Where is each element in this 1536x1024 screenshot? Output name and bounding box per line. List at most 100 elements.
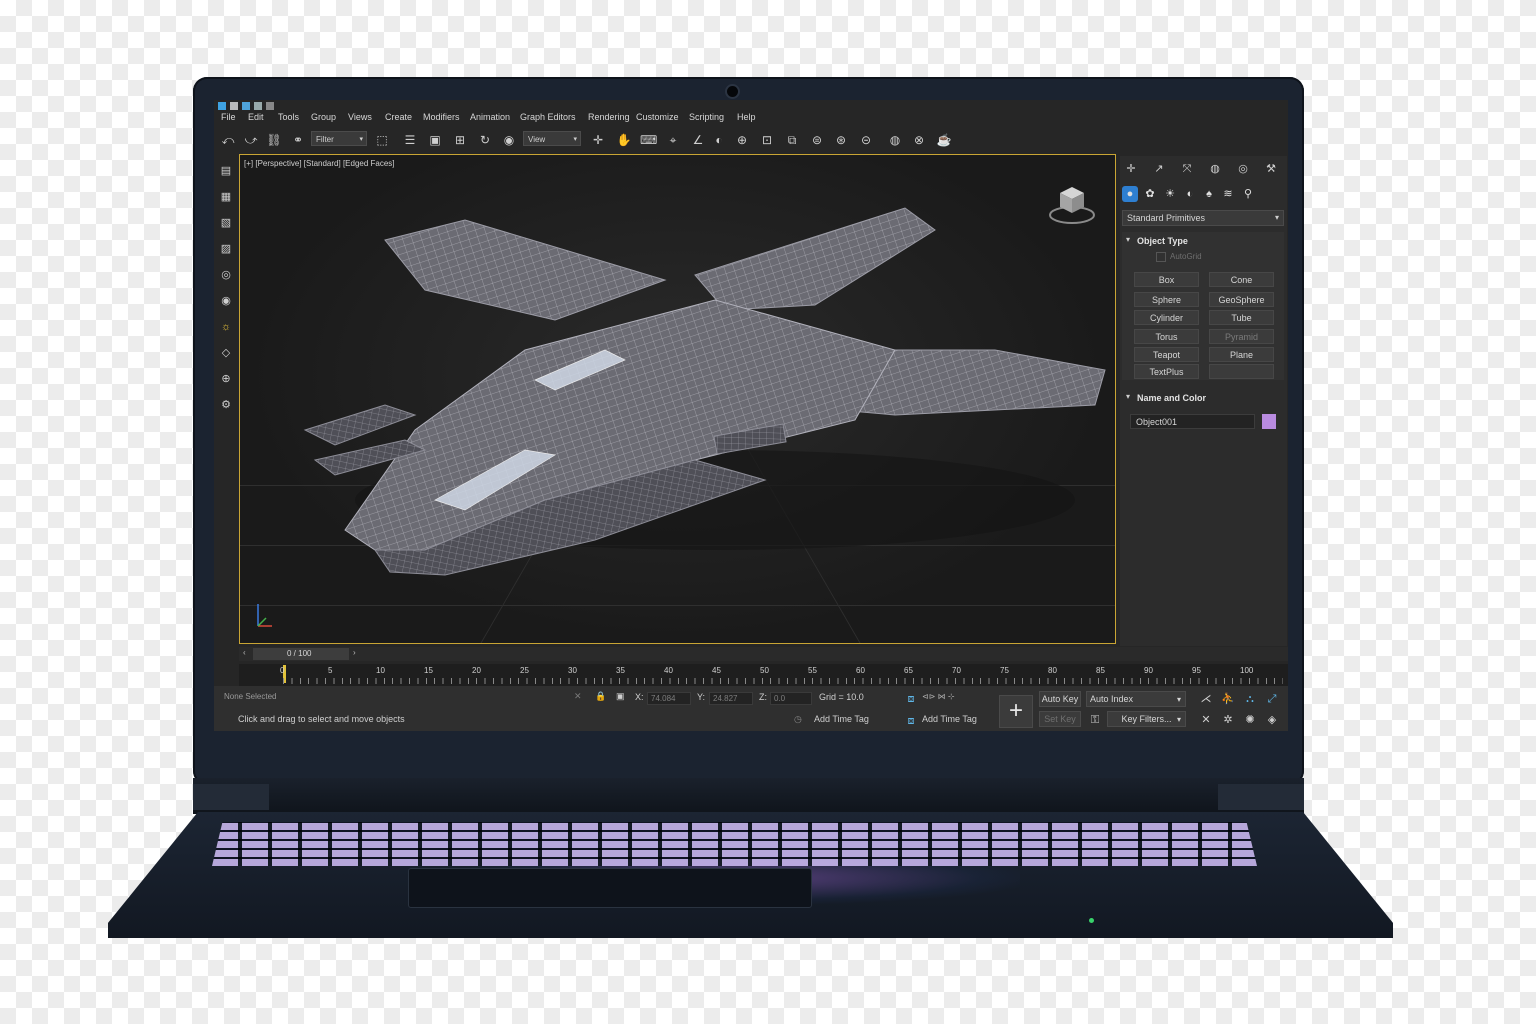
menu-edit[interactable]: Edit <box>248 112 264 122</box>
key-filters-dropdown[interactable]: Key Filters... ▾ <box>1107 711 1186 727</box>
zoom-region-icon[interactable]: ✲ <box>1221 713 1235 727</box>
display-tab-icon[interactable]: ◎ <box>1234 161 1252 177</box>
percent-snap-icon[interactable]: ◐ <box>711 132 727 148</box>
isolate-icon[interactable]: ✕ <box>574 691 582 702</box>
add-time-tag-button-2[interactable]: Add Time Tag <box>922 714 977 724</box>
field-of-view-icon[interactable]: ✕ <box>1199 713 1213 727</box>
add-time-tag-button[interactable]: Add Time Tag <box>814 714 869 724</box>
menu-views[interactable]: Views <box>348 112 372 122</box>
viewcube-icon[interactable] <box>1048 181 1096 229</box>
menu-scripting[interactable]: Scripting <box>689 112 724 122</box>
layer-explorer-icon[interactable]: ⊛ <box>833 132 849 148</box>
object-type-title[interactable]: Object Type <box>1137 236 1188 246</box>
reference-coord-dropdown[interactable]: View ▾ <box>523 131 581 146</box>
tube-button[interactable]: Tube <box>1209 310 1274 325</box>
light-icon[interactable]: ◉ <box>219 294 233 308</box>
zoom-extents-icon[interactable]: ⤢ <box>1265 692 1279 706</box>
angle-snap-icon[interactable]: ∠ <box>690 132 706 148</box>
touchpad[interactable] <box>408 868 812 908</box>
auto-key-button[interactable]: Auto Key <box>1039 691 1081 707</box>
undo-arrow-icon[interactable]: ⤺ <box>220 132 236 148</box>
autogrid-checkbox[interactable] <box>1156 252 1166 262</box>
y-coordinate-field[interactable]: 24.827 <box>709 692 753 705</box>
systems-icon[interactable]: ⚲ <box>1240 186 1256 202</box>
time-tag-icon[interactable]: ◷ <box>794 714 802 725</box>
menu-customize[interactable]: Customize <box>636 112 679 122</box>
slider-left-icon[interactable]: ‹ <box>243 648 246 657</box>
scene-explorer-icon[interactable]: ▤ <box>219 164 233 178</box>
torus-button[interactable]: Torus <box>1134 329 1199 344</box>
pyramid-button[interactable]: Pyramid <box>1209 329 1274 344</box>
menu-create[interactable]: Create <box>385 112 412 122</box>
time-slider[interactable]: ‹ 0 / 100 › <box>239 647 1288 661</box>
object-color-swatch[interactable] <box>1262 414 1276 429</box>
spacewarps-icon[interactable]: ≋ <box>1220 186 1236 202</box>
cameras-icon[interactable]: ◐ <box>1182 186 1198 202</box>
display-icon[interactable]: ▧ <box>219 216 233 230</box>
perspective-viewport[interactable]: [+] [Perspective] [Standard] [Edged Face… <box>239 154 1116 644</box>
slider-right-icon[interactable]: › <box>353 648 356 657</box>
render-setup-icon[interactable]: ⊗ <box>911 132 927 148</box>
set-key-button[interactable]: Set Key <box>1039 711 1081 727</box>
shape-icon[interactable]: ◇ <box>219 346 233 360</box>
mirror-icon[interactable]: ⧉ <box>784 132 800 148</box>
cone-button[interactable]: Cone <box>1209 272 1274 287</box>
cylinder-button[interactable]: Cylinder <box>1134 310 1199 325</box>
menu-file[interactable]: File <box>221 112 236 122</box>
create-tab-icon[interactable]: ✛ <box>1122 161 1140 177</box>
select-manipulate-icon[interactable]: ✋ <box>616 132 632 148</box>
selection-filter-dropdown[interactable]: Filter ▾ <box>311 131 367 146</box>
x-coordinate-field[interactable]: 74.084 <box>647 692 691 705</box>
menu-animation[interactable]: Animation <box>470 112 510 122</box>
new-file-icon[interactable] <box>230 102 238 110</box>
object-name-field[interactable]: Object001 <box>1130 414 1255 429</box>
geosphere-button[interactable]: GeoSphere <box>1209 292 1274 307</box>
render-teapot-icon[interactable]: ☕ <box>936 132 952 148</box>
utilities-tab-icon[interactable]: ⚒ <box>1262 161 1280 177</box>
box-button[interactable]: Box <box>1134 272 1199 287</box>
material-editor-icon[interactable]: ◍ <box>887 132 903 148</box>
spaceship-model[interactable] <box>295 200 1115 590</box>
time-slider-thumb[interactable]: 0 / 100 <box>253 648 349 660</box>
modify-tab-icon[interactable]: ↗ <box>1150 161 1168 177</box>
select-by-name-icon[interactable]: ☰ <box>402 132 418 148</box>
selection-lock-icon[interactable]: ⧈ <box>904 692 918 706</box>
rollout-collapse-icon[interactable]: ▾ <box>1126 392 1130 401</box>
undo-icon[interactable] <box>266 102 274 110</box>
spinner-snap-icon[interactable]: ⊕ <box>734 132 750 148</box>
frame-ruler[interactable]: 0 5 10 15 20 25 30 35 40 45 50 55 60 65 70 75 80 85 90 95 10… <box>239 664 1288 686</box>
pivot-icon[interactable]: ✛ <box>590 132 606 148</box>
redo-arrow-icon[interactable]: ⤻ <box>243 132 259 148</box>
save-file-icon[interactable] <box>254 102 262 110</box>
menu-graph-editors[interactable]: Graph Editors <box>520 112 576 122</box>
rect-region-icon[interactable]: ▣ <box>427 132 443 148</box>
absolute-mode-icon[interactable]: ▣ <box>616 691 625 702</box>
keyboard[interactable] <box>212 822 1257 866</box>
menu-tools[interactable]: Tools <box>278 112 299 122</box>
curve-editor-icon[interactable]: ⊝ <box>858 132 874 148</box>
camera-icon[interactable]: ◎ <box>219 268 233 282</box>
hierarchy-tab-icon[interactable]: ⤧ <box>1178 161 1196 177</box>
motion-tab-icon[interactable]: ◍ <box>1206 161 1224 177</box>
add-key-icon[interactable]: + <box>999 695 1033 728</box>
lock-selection-icon[interactable]: 🔒 <box>595 691 606 702</box>
menu-modifiers[interactable]: Modifiers <box>423 112 460 122</box>
systems-icon[interactable]: ⚙ <box>219 398 233 412</box>
key-icon[interactable]: ⚿ <box>1088 713 1102 727</box>
plane-button[interactable]: Plane <box>1209 347 1274 362</box>
orbit-subobject-icon[interactable]: ✺ <box>1243 713 1257 727</box>
viewport-label[interactable]: [+] [Perspective] [Standard] [Edged Face… <box>244 159 395 168</box>
snap-toggle-icon[interactable]: ⌖ <box>665 132 681 148</box>
auto-dropdown[interactable]: Auto Index ▾ <box>1086 691 1186 707</box>
z-coordinate-field[interactable]: 0.0 <box>770 692 812 705</box>
hierarchy-icon[interactable]: ▨ <box>219 242 233 256</box>
window-crossing-icon[interactable]: ⊞ <box>452 132 468 148</box>
sphere-button[interactable]: Sphere <box>1134 292 1199 307</box>
shapes-icon[interactable]: ✿ <box>1142 186 1158 202</box>
walk-through-icon[interactable]: ⛹ <box>1221 692 1235 706</box>
layer-icon[interactable]: ▦ <box>219 190 233 204</box>
maximize-viewport-icon[interactable]: ◈ <box>1265 713 1279 727</box>
menu-rendering[interactable]: Rendering <box>588 112 630 122</box>
link-icon[interactable]: ⛓ <box>266 132 282 148</box>
time-tag-icon[interactable]: ⧈ <box>904 714 918 728</box>
